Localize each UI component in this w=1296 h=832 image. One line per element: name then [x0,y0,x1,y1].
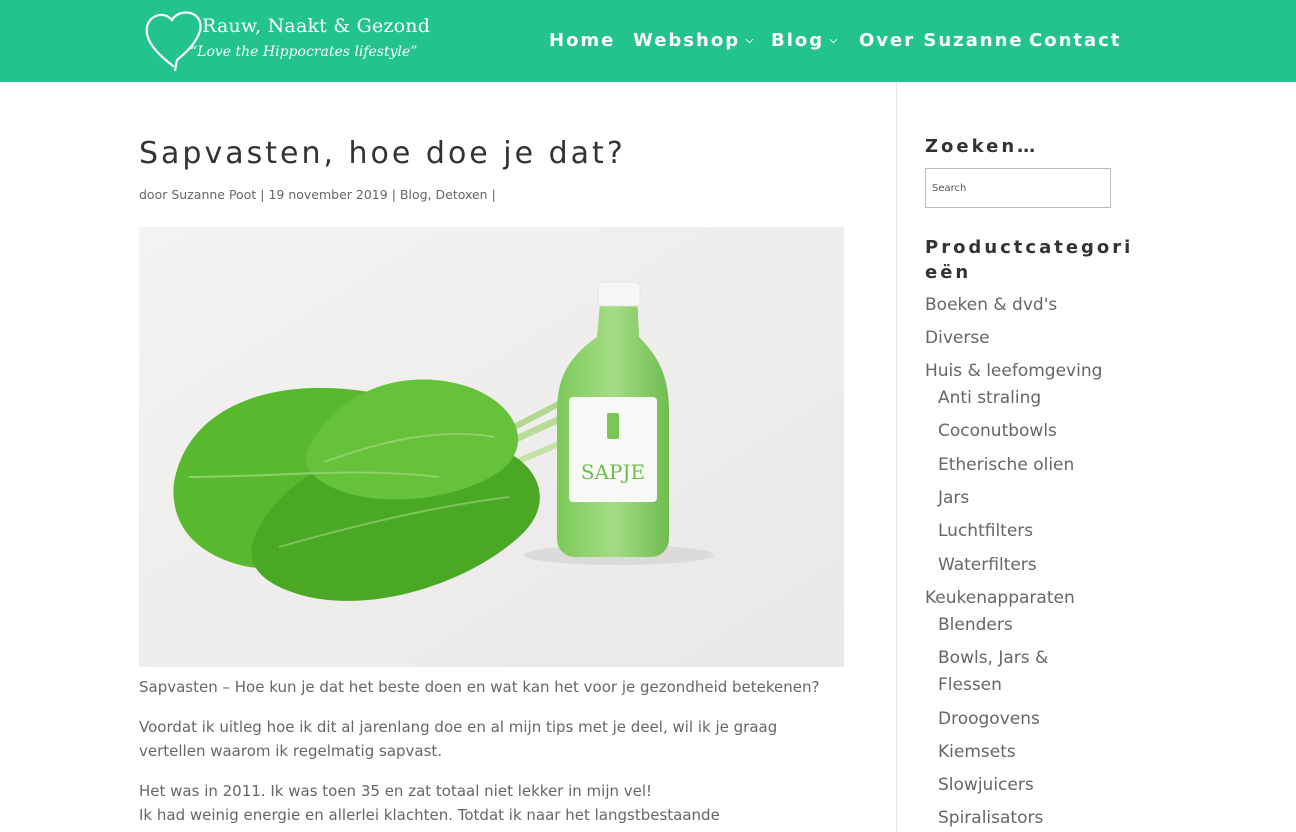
category-slowjuicers[interactable]: Slowjuicers [938,772,1034,799]
nav-webshop[interactable]: Webshop ⌵ [633,30,753,51]
category-huis[interactable]: Huis & leefomgeving [925,358,1102,385]
logo-title: Rauw, Naakt & Gezond [202,15,431,37]
heart-logo-icon [145,11,202,72]
search-input[interactable] [925,168,1111,208]
paragraph: Sapvasten – Hoe kun je dat het beste doe… [139,678,820,696]
meta-sep: | [491,187,496,202]
author-link[interactable]: Suzanne Poot [171,187,256,202]
nav-over-suzanne[interactable]: Over Suzanne [859,30,1024,51]
categories-title-line2: eën [925,262,972,283]
category-link-detoxen[interactable]: Detoxen [436,187,488,202]
nav-contact-label: Contact [1029,30,1122,51]
category-kiemsets[interactable]: Kiemsets [938,739,1016,766]
paragraph: Ik had weinig energie en allerlei klacht… [139,806,720,824]
sidebar-divider [896,82,897,832]
logo-tagline: “Love the Hippocrates lifestyle” [190,44,418,60]
category-luchtfilters[interactable]: Luchtfilters [938,518,1033,545]
site-header: Rauw, Naakt & Gezond “Love the Hippocrat… [0,0,1296,82]
category-diverse[interactable]: Diverse [925,325,990,352]
meta-by: door [139,187,168,202]
category-coconutbowls[interactable]: Coconutbowls [938,418,1057,445]
category-boeken[interactable]: Boeken & dvd's [925,292,1057,319]
bottle-label: SAPJE [581,460,645,484]
category-keukenapparaten[interactable]: Keukenapparaten [925,585,1075,612]
paragraph: Het was in 2011. Ik was toen 35 en zat t… [139,782,653,800]
category-bowls-line1: Bowls, Jars & [938,648,1049,668]
category-bowls-line2: Flessen [938,675,1002,695]
chevron-down-icon: ⌵ [826,35,838,46]
nav-home[interactable]: Home [549,30,615,51]
category-jars[interactable]: Jars [938,485,969,512]
meta-sep: | [260,187,265,202]
nav-contact[interactable]: Contact [1029,30,1121,51]
nav-webshop-label: Webshop [633,30,741,51]
meta-sep: | [391,187,396,202]
category-droogovens[interactable]: Droogovens [938,706,1040,733]
category-etherische-olien[interactable]: Etherische olien [938,452,1074,479]
nav-over-suzanne-label: Over Suzanne [859,30,1024,51]
chevron-down-icon: ⌵ [742,35,754,46]
post-date: 19 november 2019 [268,187,388,202]
categories-title-line1: Productcategori [925,237,1134,258]
meta-comma: , [427,187,432,202]
nav-blog-label: Blog [771,30,825,51]
category-spiralisators[interactable]: Spiralisators [938,805,1043,832]
post-meta: door Suzanne Poot | 19 november 2019 | B… [139,187,496,202]
search-widget-title: Zoeken… [925,136,1039,157]
post-content: Sapvasten, hoe doe je dat? door Suzanne … [139,82,844,832]
category-link-blog[interactable]: Blog [400,187,428,202]
category-blenders[interactable]: Blenders [938,612,1013,639]
site-logo[interactable]: Rauw, Naakt & Gezond “Love the Hippocrat… [143,8,430,72]
category-waterfilters[interactable]: Waterfilters [938,552,1037,579]
post-title: Sapvasten, hoe doe je dat? [139,136,626,171]
categories-widget-title: Productcategori eën [925,235,1133,285]
category-bowls-jars-flessen[interactable]: Bowls, Jars & Flessen [938,645,1048,699]
nav-blog[interactable]: Blog ⌵ [771,30,837,51]
nav-home-label: Home [549,30,616,51]
category-anti-straling[interactable]: Anti straling [938,385,1041,412]
paragraph: Voordat ik uitleg hoe ik dit al jarenlan… [139,718,778,760]
featured-image: SAPJE [139,227,844,667]
